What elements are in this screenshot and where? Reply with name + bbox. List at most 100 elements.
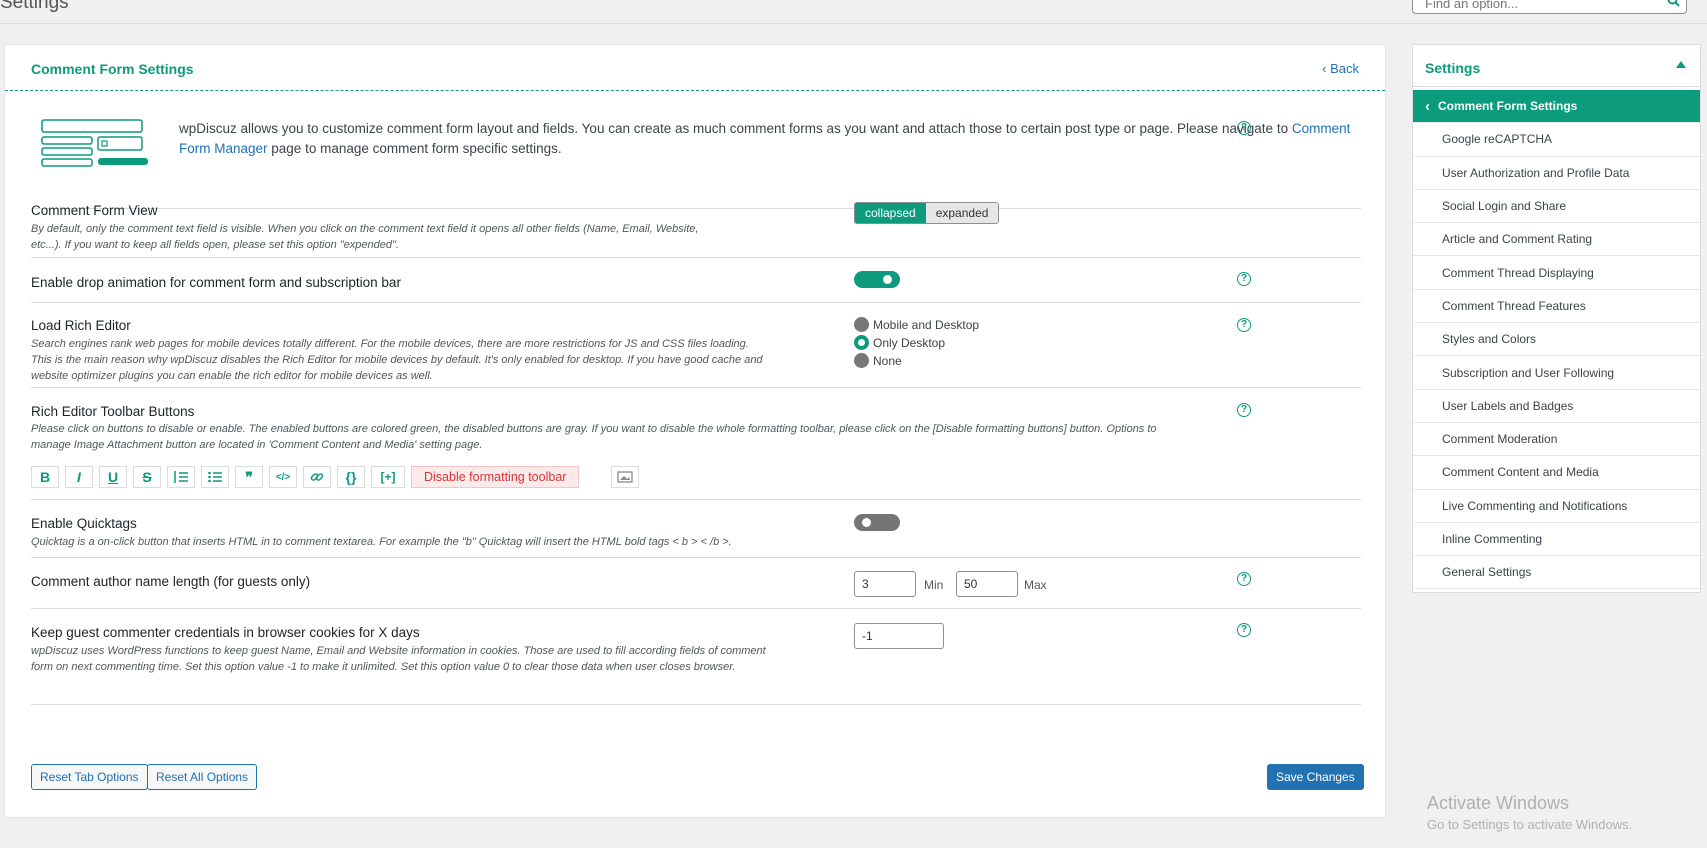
chevron-left-icon: ‹ (1425, 97, 1430, 115)
sidebar-item[interactable]: Google reCAPTCHA (1413, 123, 1700, 157)
source-code-button[interactable]: {} (337, 466, 365, 488)
sidebar-item[interactable]: Comment Content and Media (1413, 456, 1700, 490)
sidebar-item[interactable]: User Authorization and Profile Data (1413, 157, 1700, 190)
toolbar-label: Rich Editor Toolbar Buttons (31, 404, 195, 419)
code-button[interactable]: </> (269, 466, 297, 488)
help-icon[interactable]: ? (1237, 623, 1251, 637)
sidebar-item[interactable]: General Settings (1413, 556, 1700, 590)
intro-text: wpDiscuz allows you to customize comment… (179, 119, 1359, 159)
sidebar-item[interactable]: Subscription and User Following (1413, 356, 1700, 390)
help-icon[interactable]: ? (1237, 403, 1251, 417)
rich-editor-row: Load Rich Editor Search engines rank web… (31, 303, 1361, 388)
sidebar-item-label: Comment Thread Displaying (1442, 265, 1594, 280)
caret-up-icon[interactable] (1676, 61, 1686, 68)
sidebar-item-label: Subscription and User Following (1442, 365, 1615, 380)
sidebar-item-label: Comment Content and Media (1442, 465, 1599, 480)
cookie-days-input[interactable]: -1 (854, 623, 944, 649)
sidebar-item-label: User Authorization and Profile Data (1442, 165, 1630, 180)
reset-all-button[interactable]: Reset All Options (147, 764, 258, 790)
image-attachment-button[interactable] (611, 466, 640, 488)
quicktags-toggle[interactable] (854, 514, 900, 531)
settings-sidebar: Settings ‹ Comment Form Settings Google re… (1412, 44, 1701, 593)
ordered-list-icon (174, 471, 188, 483)
sidebar-item-label: Comment Thread Features (1442, 298, 1586, 313)
search-icon[interactable] (1667, 0, 1680, 10)
help-icon[interactable]: ? (1237, 318, 1251, 332)
panel-title: Comment Form Settings (31, 61, 194, 77)
rich-editor-label: Load Rich Editor (31, 318, 131, 333)
help-icon[interactable]: ? (1237, 121, 1251, 135)
sidebar-item-label: Comment Moderation (1442, 432, 1558, 447)
toolbar-desc: Please click on buttons to disable or en… (31, 423, 1157, 451)
watermark-line1: Activate Windows (1427, 793, 1570, 813)
name-max-input[interactable]: 50 (956, 571, 1018, 597)
reset-tab-button[interactable]: Reset Tab Options (31, 764, 148, 790)
quicktags-label: Enable Quicktags (31, 516, 137, 531)
sidebar-item[interactable]: Comment Thread Features (1413, 290, 1700, 324)
ordered-list-button[interactable] (167, 466, 195, 488)
drop-animation-label: Enable drop animation for comment form a… (31, 275, 401, 290)
sidebar-header[interactable]: Settings (1413, 45, 1700, 87)
help-icon[interactable]: ? (1237, 572, 1251, 586)
save-changes-button[interactable]: Save Changes (1267, 764, 1364, 790)
back-label: Back (1330, 61, 1359, 76)
panel-header: Comment Form Settings ‹ Back (5, 45, 1385, 91)
title-divider (0, 23, 1707, 24)
sidebar-item-label: Styles and Colors (1442, 332, 1537, 347)
sidebar-item[interactable]: Inline Commenting (1413, 523, 1700, 557)
radio-mobile-desktop[interactable]: Mobile and Desktop (854, 317, 979, 332)
disable-toolbar-button[interactable]: Disable formatting toolbar (411, 466, 580, 488)
italic-button[interactable]: I (65, 466, 93, 488)
sidebar-item[interactable]: Comment Thread Displaying (1413, 256, 1700, 290)
form-view-desc: By default, only the comment text field … (31, 223, 699, 251)
sidebar-item[interactable]: Social Login and Share (1413, 190, 1700, 224)
cookie-days-row: Keep guest commenter credentials in brow… (31, 609, 1361, 705)
sidebar-item[interactable]: Comment Moderation (1413, 423, 1700, 457)
find-option-input[interactable]: Find an option... (1412, 0, 1687, 14)
cookie-days-label: Keep guest commenter credentials in brow… (31, 625, 420, 640)
radio-selected-icon (854, 335, 869, 350)
sidebar-item-label: General Settings (1442, 565, 1532, 580)
sidebar-item[interactable]: Live Commenting and Notifications (1413, 490, 1700, 523)
strike-button[interactable]: S (133, 466, 161, 488)
windows-watermark: Activate Windows Go to Settings to activ… (1427, 793, 1632, 832)
radio-unselected-icon (854, 353, 869, 368)
quote-button[interactable]: ❞ (235, 466, 263, 488)
sidebar-item-label: User Labels and Badges (1442, 398, 1574, 413)
drop-animation-row: Enable drop animation for comment form a… (31, 258, 1361, 303)
sidebar-item[interactable]: Styles and Colors (1413, 323, 1700, 357)
drop-animation-toggle[interactable] (854, 271, 900, 288)
underline-button[interactable]: U (99, 466, 127, 488)
form-layout-icon (41, 119, 148, 167)
quicktags-row: Enable Quicktags Quicktag is a on-click … (31, 500, 1361, 558)
page-title: Settings (0, 0, 69, 13)
collapsed-option[interactable]: collapsed (855, 203, 926, 223)
form-view-switch[interactable]: collapsed expanded (854, 202, 1000, 224)
name-min-input[interactable]: 3 (854, 571, 916, 597)
bold-button[interactable]: B (31, 466, 59, 488)
back-link[interactable]: ‹ Back (1322, 61, 1359, 76)
min-label: Min (924, 578, 944, 592)
sidebar-item[interactable]: ‹ Comment Form Settings (1413, 90, 1700, 124)
sidebar-list: ‹ Comment Form Settings Google reCAPTCHA Us… (1413, 90, 1700, 590)
toolbar-buttons: B I U S ❞ </> {} [+] Disable formatting … (31, 466, 640, 488)
link-button[interactable] (303, 466, 331, 488)
intro-text-1: wpDiscuz allows you to customize comment… (179, 121, 1289, 136)
sidebar-item[interactable]: Article and Comment Rating (1413, 223, 1700, 257)
help-icon[interactable]: ? (1237, 272, 1251, 286)
sidebar-item[interactable]: User Labels and Badges (1413, 390, 1700, 423)
radio-none[interactable]: None (854, 353, 902, 368)
find-option-placeholder: Find an option... (1425, 0, 1519, 11)
spoiler-button[interactable]: [+] (371, 466, 405, 488)
intro-text-2: page to manage comment form specific set… (267, 141, 562, 156)
toolbar-row: Rich Editor Toolbar Buttons Please click… (31, 388, 1361, 500)
form-view-row: Comment Form View By default, only the c… (31, 186, 1361, 258)
sidebar-item-label: Google reCAPTCHA (1442, 132, 1553, 147)
bullet-list-button[interactable] (201, 466, 229, 488)
max-label: Max (1024, 578, 1047, 592)
sidebar-item-label: Inline Commenting (1442, 532, 1543, 546)
settings-panel: Comment Form Settings ‹ Back wpDiscuz al… (4, 44, 1386, 818)
radio-only-desktop[interactable]: Only Desktop (854, 335, 945, 350)
expanded-option[interactable]: expanded (925, 203, 999, 223)
rich-editor-desc: Search engines rank web pages for mobile… (31, 338, 763, 382)
